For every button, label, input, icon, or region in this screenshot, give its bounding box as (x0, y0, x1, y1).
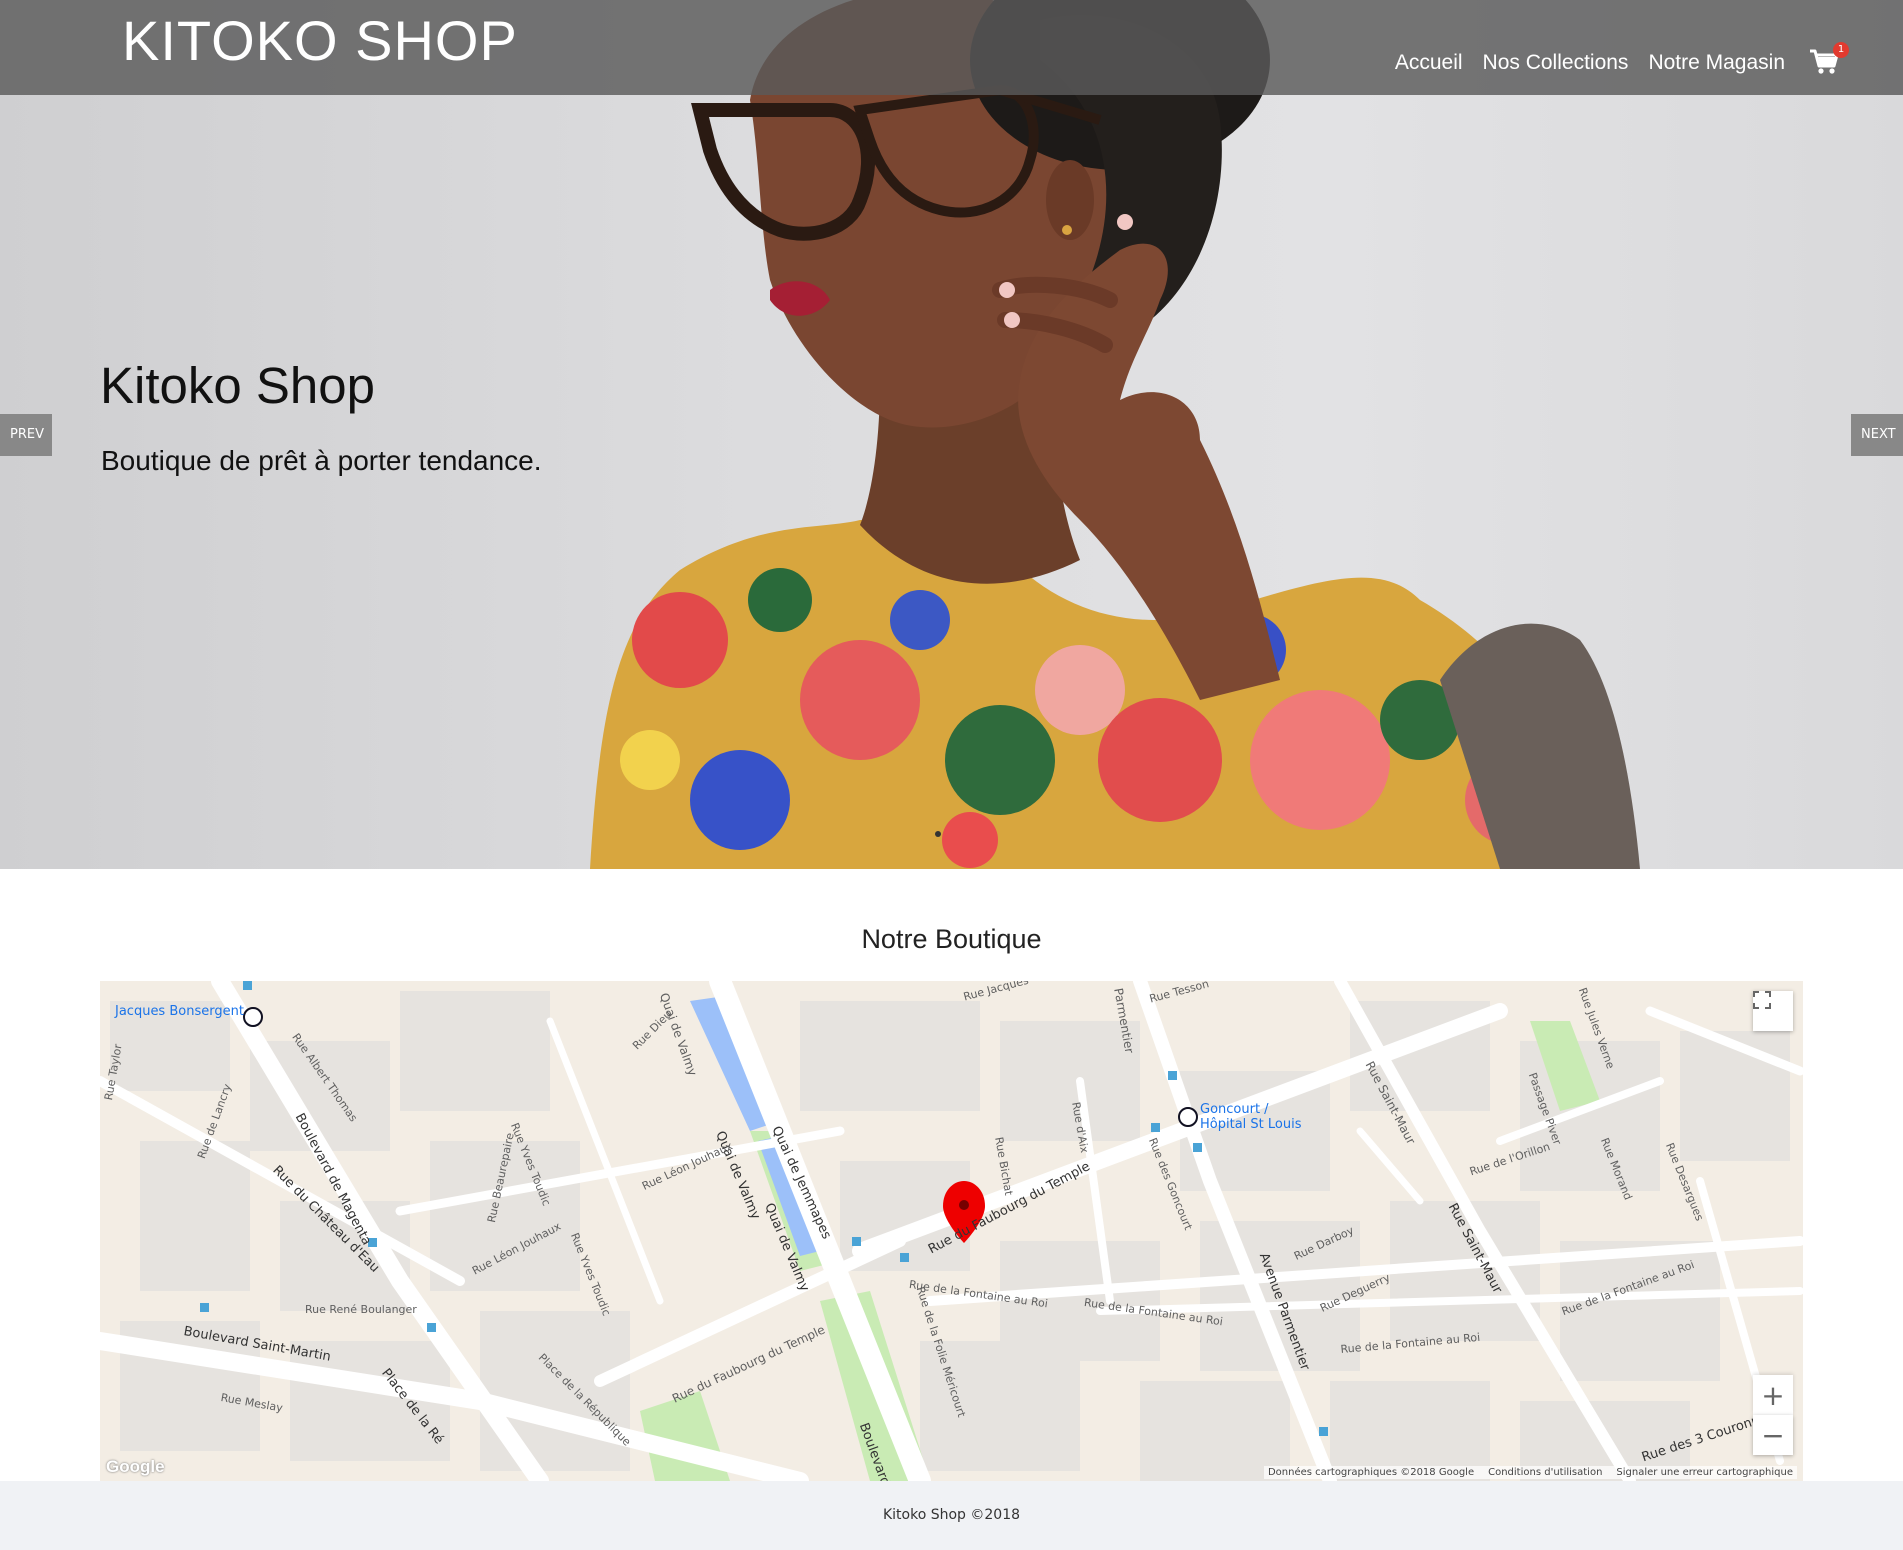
hero-title: Kitoko Shop (100, 357, 376, 414)
metro-label-hopital: Hôpital St Louis (1200, 1117, 1302, 1132)
nav-item-collections[interactable]: Nos Collections (1483, 51, 1629, 75)
map-terms-link[interactable]: Conditions d'utilisation (1488, 1467, 1602, 1478)
footer-copyright: Kitoko Shop ©2018 (882, 1507, 1021, 1523)
footer: Kitoko Shop ©2018 (0, 1481, 1903, 1550)
google-logo: Google (106, 1457, 165, 1476)
hero-carousel: KITOKO SHOP Accueil Nos Collections Notr… (0, 0, 1903, 869)
map-zoom-out-button[interactable]: − (1753, 1415, 1793, 1455)
hero-image (590, 0, 1640, 869)
metro-label-goncourt: Goncourt / (1200, 1102, 1269, 1117)
cart-button[interactable]: 1 (1809, 42, 1849, 78)
metro-label-bonsergent: Jacques Bonsergent (115, 1004, 244, 1019)
street-rene-boulanger: Rue René Boulanger (305, 1303, 417, 1316)
carousel-prev-button[interactable]: PREV (0, 414, 52, 456)
section-title: Notre Boutique (861, 924, 1042, 954)
hero-subtitle: Boutique de prêt à porter tendance. (101, 445, 542, 476)
map-data-credit: Données cartographiques ©2018 Google (1267, 1467, 1475, 1478)
store-map[interactable]: Jacques Bonsergent Goncourt / Hôpital St… (100, 981, 1803, 1481)
fullscreen-icon (1753, 991, 1771, 1009)
nav-item-magasin[interactable]: Notre Magasin (1648, 51, 1785, 75)
nav-item-accueil[interactable]: Accueil (1395, 51, 1463, 75)
carousel-next-button[interactable]: NEXT (1851, 414, 1903, 456)
carousel-indicator[interactable] (935, 831, 941, 837)
map-fullscreen-button[interactable] (1753, 991, 1793, 1031)
brand-logo[interactable]: KITOKO SHOP (122, 8, 518, 73)
top-navbar: KITOKO SHOP Accueil Nos Collections Notr… (0, 0, 1903, 95)
map-attribution: Données cartographiques ©2018 Google Con… (1263, 1466, 1797, 1479)
map-report-link[interactable]: Signaler une erreur cartographique (1616, 1467, 1793, 1478)
cart-count-badge: 1 (1833, 42, 1849, 58)
map-zoom-in-button[interactable]: + (1753, 1375, 1793, 1415)
nav-menu: Accueil Nos Collections Notre Magasin 1 (1395, 42, 1849, 78)
